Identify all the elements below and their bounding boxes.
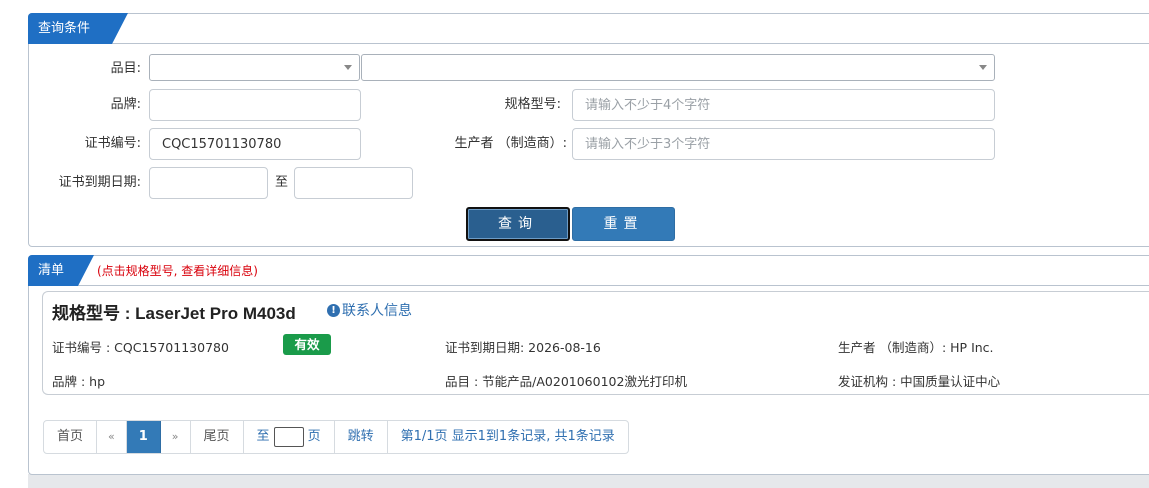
list-panel: 清单 (点击规格型号, 查看详细信息) 规格型号 : LaserJet Pro … (28, 255, 1149, 475)
goto-page-input[interactable] (273, 427, 304, 447)
list-panel-header: 清单 (点击规格型号, 查看详细信息) (28, 255, 1149, 286)
manufacturer-input[interactable] (572, 128, 995, 160)
brand-label: 品牌: (110, 97, 141, 112)
query-panel: 查询条件 品目: 品牌: 规格型号: 证书编号: 生产者 （制造商）: 证书到期… (28, 13, 1149, 247)
goto-suffix: 页 (307, 429, 321, 444)
brand-value: 品牌 : hp (52, 374, 106, 389)
query-panel-title: 查询条件 (28, 13, 128, 44)
issuer-value: 发证机构 : 中国质量认证中心 (838, 374, 1001, 389)
reset-button[interactable]: 重置 (572, 207, 675, 241)
expiry-end-input[interactable] (294, 167, 413, 199)
goto-page-group: 至 页 (244, 421, 335, 453)
chevron-down-icon (344, 65, 352, 70)
list-panel-title: 清单 (28, 255, 94, 286)
cert-no-input[interactable] (149, 128, 361, 160)
prev-page-button[interactable]: « (97, 421, 127, 453)
first-page-button[interactable]: 首页 (44, 421, 98, 453)
info-icon: ! (327, 303, 340, 317)
query-panel-header: 查询条件 (28, 13, 1149, 44)
category-select-primary[interactable] (149, 54, 360, 81)
manufacturer-label: 生产者 （制造商）: (454, 136, 567, 151)
cert-no-label: 证书编号: (84, 136, 141, 151)
brand-input[interactable] (149, 89, 361, 121)
page-bottom-bar (28, 474, 1149, 488)
model-label: 规格型号: (504, 97, 561, 112)
search-button[interactable]: 查询 (466, 207, 570, 241)
status-badge: 有效 (283, 334, 331, 355)
expiry-value: 证书到期日期: 2026-08-16 (445, 340, 601, 355)
cert-no-value: 证书编号 : CQC15701130780 (52, 340, 229, 355)
category-select-secondary[interactable] (361, 54, 995, 81)
category-value: 品目 : 节能产品/A0201060102激光打印机 (445, 374, 687, 389)
category-label: 品目: (110, 61, 141, 76)
chevron-down-icon (979, 65, 987, 70)
manufacturer-value: 生产者 （制造商）: HP Inc. (838, 340, 994, 355)
list-tip: (点击规格型号, 查看详细信息) (97, 264, 258, 278)
result-card: 规格型号 : LaserJet Pro M403d ! 联系人信息 证书编号 :… (42, 291, 1149, 395)
contact-info-link[interactable]: ! 联系人信息 (327, 300, 412, 320)
current-page-button[interactable]: 1 (126, 421, 161, 453)
jump-button[interactable]: 跳转 (335, 421, 388, 453)
next-page-button[interactable]: » (161, 421, 191, 453)
contact-info-label: 联系人信息 (342, 303, 412, 319)
expiry-to-label: 至 (274, 175, 288, 190)
model-title-link[interactable]: 规格型号 : LaserJet Pro M403d (52, 299, 296, 324)
expiry-start-input[interactable] (149, 167, 268, 199)
goto-prefix: 至 (256, 429, 270, 444)
page-summary: 第1/1页 显示1到1条记录, 共1条记录 (400, 429, 615, 444)
last-page-button[interactable]: 尾页 (191, 421, 244, 453)
model-input[interactable] (572, 89, 995, 121)
pagination: 首页 « 1 » 尾页 至 页 跳转 第1/1页 显示1到1条记录, 共1条记录 (43, 420, 629, 454)
expiry-label: 证书到期日期: (58, 175, 141, 190)
